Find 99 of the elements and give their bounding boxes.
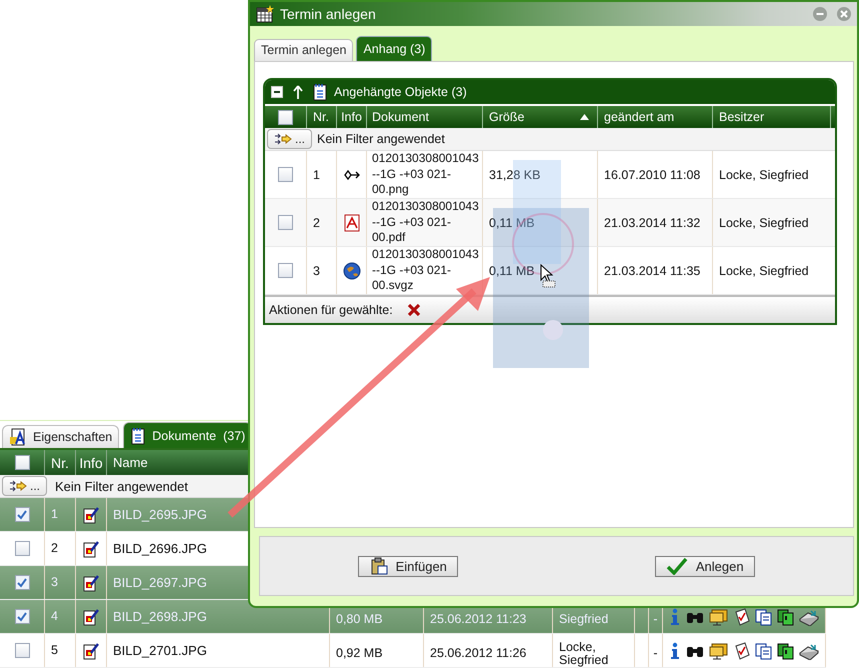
filter-status: Kein Filter angewendet <box>317 132 445 146</box>
image-edit-icon <box>83 506 99 524</box>
image-edit-icon <box>83 642 99 660</box>
table-cell: 0120130308001043--1G -+03 021-00.svgz <box>372 247 479 294</box>
notepad-icon <box>313 83 327 101</box>
monitor-folder-icon[interactable] <box>709 608 729 626</box>
image-edit-icon <box>83 608 99 626</box>
table-cell: 0,80 MB <box>336 613 383 626</box>
checkbox[interactable] <box>14 643 30 658</box>
panel-title: Angehängte Objekte (3) <box>334 85 467 99</box>
table-cell: 0120130308001043--1G -+03 021-00.pdf <box>372 199 479 246</box>
copy-icon[interactable] <box>755 642 773 660</box>
column-header[interactable]: Besitzer <box>719 110 764 124</box>
table-cell: BILD_2698.JPG <box>113 610 207 623</box>
checkbox[interactable] <box>14 609 30 624</box>
column-header[interactable]: Größe <box>489 110 524 124</box>
table-cell: BILD_2695.JPG <box>113 508 207 521</box>
table-cell: - <box>653 613 658 626</box>
tab[interactable]: Anhang (3) <box>356 36 432 61</box>
checkbox[interactable] <box>14 541 30 556</box>
column-header[interactable]: Info <box>79 454 103 470</box>
actions-label: Aktionen für gewählte: <box>269 303 393 317</box>
checklist-icon[interactable] <box>733 608 751 626</box>
table-cell: 21.03.2014 11:35 <box>604 264 700 278</box>
table-cell: 1 <box>313 168 320 182</box>
table-cell: 0120130308001043--1G -+03 021-00.png <box>372 151 479 198</box>
filter-arrow-icon <box>274 133 292 145</box>
paste-button[interactable]: Einfügen <box>358 556 458 576</box>
info-icon[interactable] <box>669 642 681 660</box>
confirm-button[interactable]: Anlegen <box>654 556 755 576</box>
column-header[interactable]: Name <box>113 455 148 470</box>
table-cell: Locke, Siegfried <box>719 216 809 230</box>
checkbox[interactable] <box>278 263 293 278</box>
sort-ascending-icon[interactable] <box>580 114 589 120</box>
table-cell: BILD_2697.JPG <box>113 576 207 589</box>
table-cell: 0,92 MB <box>336 647 383 660</box>
column-header[interactable]: geändert am <box>604 110 674 124</box>
table-cell: 1 <box>51 508 58 521</box>
checkbox[interactable] <box>278 215 293 230</box>
table-cell: 2 <box>313 216 320 230</box>
filter-arrow-icon <box>9 480 27 492</box>
copy-icon[interactable] <box>777 608 795 626</box>
table-cell: 4 <box>51 610 58 623</box>
calendar-icon <box>256 5 274 23</box>
clipboard-icon <box>370 557 388 575</box>
column-header[interactable]: Info <box>341 110 362 124</box>
tab[interactable]: Eigenschaften <box>2 425 120 448</box>
check-icon <box>666 557 688 575</box>
drive-icon[interactable] <box>799 608 819 626</box>
cursor-icon <box>540 264 556 288</box>
checkbox[interactable] <box>278 167 293 182</box>
copy-icon[interactable] <box>755 608 773 626</box>
table-cell: Locke, Siegfried <box>719 168 809 182</box>
table-cell-text: Locke, Siegfried <box>559 640 610 666</box>
collapse-icon[interactable] <box>271 86 283 98</box>
tab[interactable]: Termin anlegen <box>254 39 354 61</box>
filter-button[interactable]: ... <box>2 476 48 496</box>
table-cell: BILD_2701.JPG <box>113 644 207 657</box>
properties-icon <box>9 428 27 446</box>
column-header[interactable]: Nr. <box>51 454 69 470</box>
table-cell: BILD_2696.JPG <box>113 542 207 555</box>
column-header[interactable]: Nr. <box>313 110 329 124</box>
table-cell: 16.07.2010 11:08 <box>604 168 700 182</box>
table-cell: 25.06.2012 11:23 <box>430 613 526 626</box>
table-cell: 0,11 MB <box>489 216 535 230</box>
notepad-icon <box>130 426 146 444</box>
table-cell: 25.06.2012 11:26 <box>430 647 526 660</box>
table-cell: - <box>653 647 658 660</box>
table-cell: 31,28 KB <box>489 168 540 182</box>
filter-button[interactable]: ... <box>267 129 312 149</box>
table-cell: 21.03.2014 11:32 <box>604 216 700 230</box>
connector-icon <box>342 168 360 182</box>
table-cell: 0,11 MB <box>489 264 535 278</box>
copy-icon[interactable] <box>777 642 795 660</box>
image-edit-icon <box>83 574 99 592</box>
window-title: Termin anlegen <box>280 6 376 22</box>
drive-icon[interactable] <box>799 642 819 660</box>
checkbox[interactable] <box>278 110 293 124</box>
table-cell: 2 <box>51 542 58 555</box>
checklist-icon[interactable] <box>733 642 751 660</box>
table-cell: 3 <box>313 264 320 278</box>
minimize-icon[interactable] <box>813 7 827 21</box>
delete-icon[interactable] <box>406 303 421 317</box>
table-cell: Siegfried <box>559 613 608 626</box>
table-cell: 3 <box>51 576 58 589</box>
checkbox[interactable] <box>14 455 30 470</box>
checkbox[interactable] <box>14 575 30 590</box>
checkbox[interactable] <box>14 507 30 522</box>
globe-icon <box>342 262 360 280</box>
close-icon[interactable] <box>837 7 851 21</box>
column-header[interactable]: Dokument <box>372 110 429 124</box>
up-arrow-icon[interactable] <box>293 85 303 99</box>
image-edit-icon <box>83 540 99 558</box>
monitor-folder-icon[interactable] <box>709 642 729 660</box>
filter-status: Kein Filter angewendet <box>54 478 188 494</box>
pdf-icon <box>342 214 360 232</box>
table-cell: Locke, Siegfried <box>719 264 809 278</box>
table-cell: 5 <box>51 644 58 657</box>
table-row[interactable]: 5 BILD_2701.JPG 0,92 MB 25.06.2012 11:26 Locke, Siegfried - <box>0 634 826 668</box>
